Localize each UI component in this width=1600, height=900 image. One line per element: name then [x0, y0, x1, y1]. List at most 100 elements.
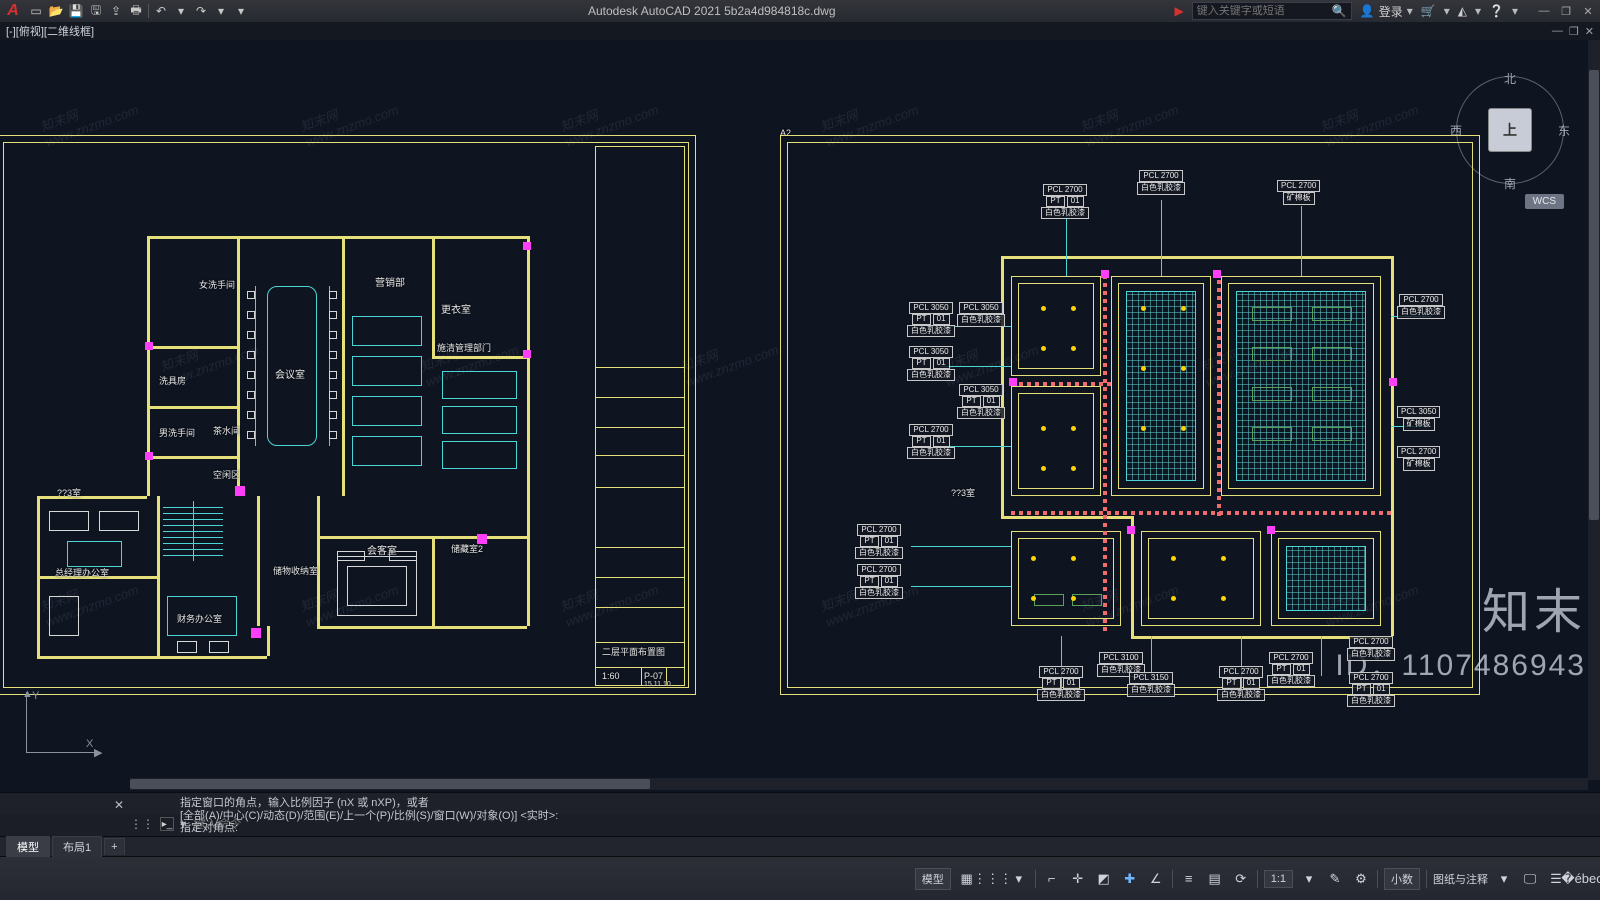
- infocenter-arrow-icon: ▶: [1175, 4, 1184, 18]
- infocenter-search[interactable]: 🔍: [1192, 2, 1352, 20]
- tab-add[interactable]: +: [104, 838, 124, 855]
- viewport-label[interactable]: [-][俯视][二维线框]: [6, 23, 94, 39]
- annotation-icon[interactable]: ✎: [1325, 869, 1345, 889]
- a360-icon[interactable]: ◭: [1458, 4, 1467, 18]
- qat-export-icon[interactable]: ⇪: [108, 3, 124, 19]
- wcs-label[interactable]: WCS: [1525, 194, 1564, 209]
- qat-new-icon[interactable]: ▭: [28, 3, 44, 19]
- command-history-line: 指定窗口的角点，输入比例因子 (nX 或 nXP)，或者: [180, 797, 558, 810]
- room-label: 施清管理部门: [437, 341, 491, 354]
- title-bar: A ▭ 📂 💾 🖫 ⇪ 🖶 ↶ ▾ ↷ ▾ ▾ Autodesk AutoCAD…: [0, 0, 1600, 22]
- qat-saveas-icon[interactable]: 🖫: [88, 3, 104, 19]
- command-history-line: 指定对角点:: [180, 822, 558, 835]
- clean-screen-icon[interactable]: �ébec: [1572, 869, 1592, 889]
- workspace-label[interactable]: 图纸与注释: [1433, 871, 1488, 887]
- monitor-icon[interactable]: 🖵: [1520, 869, 1540, 889]
- qat-undo-icon[interactable]: ↶: [153, 3, 169, 19]
- title-right: ▶ 🔍 👤 登录 ▾ 🛒 ▾ ◭ ▾ ❔ ▾ — ❐ ✕: [1175, 2, 1596, 20]
- ceiling-tag: PCL 3050PT01白色乳胶漆: [907, 346, 955, 381]
- ceiling-tag: PCL 2700PT01白色乳胶漆: [855, 524, 903, 559]
- view-cube-face[interactable]: 上: [1488, 108, 1532, 152]
- ceiling-tag: PCL 3150白色乳胶漆: [1127, 672, 1175, 697]
- view-cube-south[interactable]: 南: [1504, 175, 1516, 192]
- command-history-line: [全部(A)/中心(C)/动态(D)/范围(E)/上一个(P)/比例(S)/窗口…: [180, 810, 558, 823]
- qat-plot-icon[interactable]: 🖶: [128, 3, 144, 19]
- qat-open-icon[interactable]: 📂: [48, 3, 64, 19]
- ceiling-tag: PCL 2700PT01白色乳胶漆: [1037, 666, 1085, 701]
- status-units[interactable]: 小数: [1384, 868, 1420, 890]
- workspace-dropdown-icon[interactable]: ▾: [1494, 869, 1514, 889]
- command-handle-icon[interactable]: ⋮⋮: [130, 817, 154, 831]
- qat-undo-dropdown-icon[interactable]: ▾: [173, 3, 189, 19]
- ceiling-tag: PCL 2700PT01白色乳胶漆: [1267, 652, 1315, 687]
- horizontal-scrollbar-thumb[interactable]: [130, 779, 650, 789]
- qat-redo-icon[interactable]: ↷: [193, 3, 209, 19]
- titleblock-sheet-no: P-07: [644, 671, 663, 681]
- user-dropdown-icon[interactable]: ▾: [1407, 4, 1413, 18]
- viewport-close-button[interactable]: ✕: [1585, 25, 1594, 38]
- cycling-icon[interactable]: ⟳: [1231, 869, 1251, 889]
- otrack-icon[interactable]: ∠: [1146, 869, 1166, 889]
- command-close-icon[interactable]: ✕: [114, 798, 124, 812]
- status-model-button[interactable]: 模型: [915, 868, 951, 890]
- brand-watermark: 知末: [1482, 572, 1586, 642]
- qat-customize-dropdown-icon[interactable]: ▾: [233, 3, 249, 19]
- infocenter-search-input[interactable]: [1197, 5, 1328, 17]
- tab-layout1[interactable]: 布局1: [52, 836, 102, 857]
- cart-dropdown-icon[interactable]: ▾: [1444, 4, 1450, 18]
- lineweight-icon[interactable]: ≡: [1179, 869, 1199, 889]
- titleblock-drawing-title: 二层平面布置图: [602, 645, 665, 658]
- room-label: 储物收纳室: [273, 564, 318, 577]
- tab-model[interactable]: 模型: [6, 836, 50, 857]
- command-prompt-icon[interactable]: ▸_: [160, 817, 174, 831]
- ceiling-tag: PCL 2700矿棉板: [1397, 446, 1440, 471]
- room-label: 洗具房: [159, 374, 186, 387]
- qat-redo-dropdown-icon[interactable]: ▾: [213, 3, 229, 19]
- snap-mode-icon[interactable]: ⋮⋮⋮: [983, 869, 1003, 889]
- ucs-icon: ▲▶ YX: [16, 692, 96, 772]
- command-area: ✕ 指定窗口的角点，输入比例因子 (nX 或 nXP)，或者 [全部(A)/中心…: [0, 792, 1600, 836]
- ceiling-tag: PCL 2700矿棉板: [1277, 180, 1320, 205]
- isoplane-icon[interactable]: ◩: [1094, 869, 1114, 889]
- titleblock-1: 二层平面布置图 1:60 P-07 15.11.10: [595, 146, 685, 686]
- help-dropdown-icon[interactable]: ▾: [1512, 4, 1518, 18]
- gear-icon[interactable]: ⚙: [1351, 869, 1371, 889]
- window-restore-button[interactable]: ❐: [1558, 4, 1574, 18]
- room-label: 空闲区: [213, 468, 240, 481]
- vertical-scrollbar[interactable]: [1588, 40, 1600, 780]
- room-label: 男洗手间: [159, 426, 195, 439]
- ceiling-tag: PCL 2700白色乳胶漆: [1137, 170, 1185, 195]
- app-title: Autodesk AutoCAD 2021 5b2a4d984818c.dwg: [255, 4, 1169, 18]
- sheet-frame-2: ??3室 PCL 2700PT01白色乳胶漆 PCL 2700白色乳胶漆 PCL…: [780, 135, 1480, 695]
- transparency-icon[interactable]: ▤: [1205, 869, 1225, 889]
- floor-plan: 会议室 营销部 更衣室 施清管理部门 洗具房 茶水间 女洗手间 男洗手间 空闲区…: [37, 196, 577, 666]
- room-label: 更衣室: [441, 301, 471, 316]
- ceiling-tag: PCL 2700PT01白色乳胶漆: [855, 564, 903, 599]
- viewport-minimize-button[interactable]: —: [1552, 25, 1563, 38]
- cart-icon[interactable]: 🛒: [1421, 4, 1436, 18]
- search-icon[interactable]: 🔍: [1332, 4, 1347, 18]
- horizontal-scrollbar[interactable]: [130, 778, 1588, 790]
- room-label: ??3室: [951, 486, 975, 499]
- snap-dropdown-icon[interactable]: ▾: [1009, 869, 1029, 889]
- view-cube-east[interactable]: 东: [1558, 122, 1570, 139]
- room-label: 会客室: [367, 542, 397, 557]
- user-icon: 👤: [1360, 4, 1375, 18]
- window-minimize-button[interactable]: —: [1536, 4, 1552, 18]
- status-scale[interactable]: 1:1: [1264, 870, 1293, 888]
- help-icon[interactable]: ❔: [1489, 4, 1504, 18]
- viewport-restore-button[interactable]: ❐: [1569, 25, 1579, 38]
- view-cube-north[interactable]: 北: [1504, 70, 1516, 87]
- drawing-canvas[interactable]: 知末网www.znzmo.com 知末网www.znzmo.com 知末网www…: [0, 40, 1600, 792]
- quick-access-toolbar: ▭ 📂 💾 🖫 ⇪ 🖶 ↶ ▾ ↷ ▾ ▾: [28, 3, 249, 19]
- a360-dropdown-icon[interactable]: ▾: [1475, 4, 1481, 18]
- user-login[interactable]: 👤 登录 ▾: [1360, 3, 1413, 20]
- ceiling-tag: PCL 2700PT01白色乳胶漆: [907, 424, 955, 459]
- window-close-button[interactable]: ✕: [1580, 4, 1596, 18]
- qat-save-icon[interactable]: 💾: [68, 3, 84, 19]
- osnap-icon[interactable]: ✚: [1120, 869, 1140, 889]
- ortho-icon[interactable]: ⌐: [1042, 869, 1062, 889]
- vertical-scrollbar-thumb[interactable]: [1589, 70, 1599, 520]
- scale-dropdown-icon[interactable]: ▾: [1299, 869, 1319, 889]
- polar-icon[interactable]: ✛: [1068, 869, 1088, 889]
